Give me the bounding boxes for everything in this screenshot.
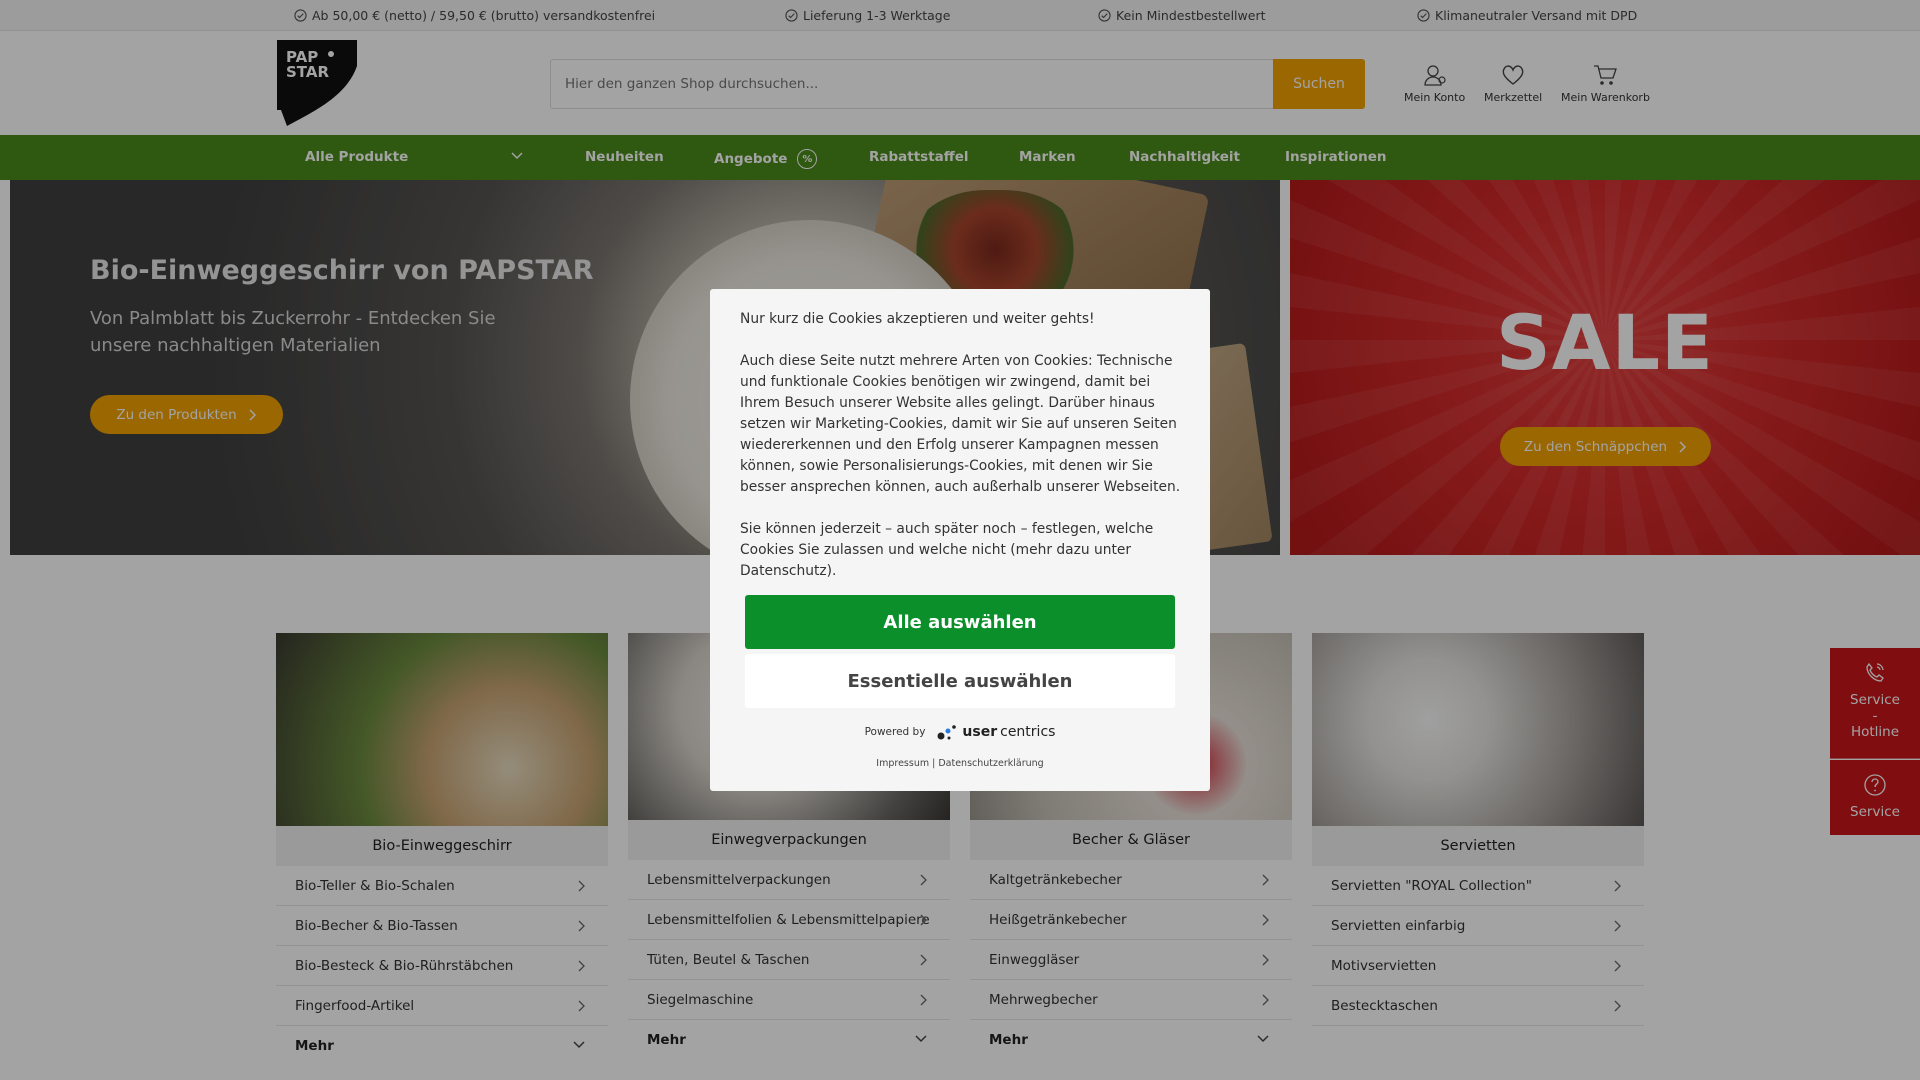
cookie-text: Nur kurz die Cookies akzeptieren und wei… [740, 309, 1190, 603]
cookie-note: Sie können jederzeit – auch später noch … [740, 521, 1154, 579]
usercentrics-logo[interactable]: user centrics [937, 723, 1055, 741]
legal-links[interactable]: Impressum | Datenschutzerklärung [710, 758, 1210, 769]
accept-all-button[interactable]: Alle auswählen [745, 595, 1175, 649]
powered-by-label: Powered by [864, 726, 926, 738]
cookie-intro: Nur kurz die Cookies akzeptieren und wei… [740, 311, 1095, 327]
usercentrics-brand-centrics: centrics [1000, 724, 1056, 740]
cookie-consent-dialog: Nur kurz die Cookies akzeptieren und wei… [710, 289, 1210, 791]
usercentrics-brand-user: user [962, 724, 998, 740]
usercentrics-logo-icon [937, 725, 957, 740]
accept-essential-button[interactable]: Essentielle auswählen [745, 654, 1175, 708]
powered-by: Powered by user centrics [710, 723, 1210, 741]
cookie-body: Auch diese Seite nutzt mehrere Arten von… [740, 353, 1181, 495]
